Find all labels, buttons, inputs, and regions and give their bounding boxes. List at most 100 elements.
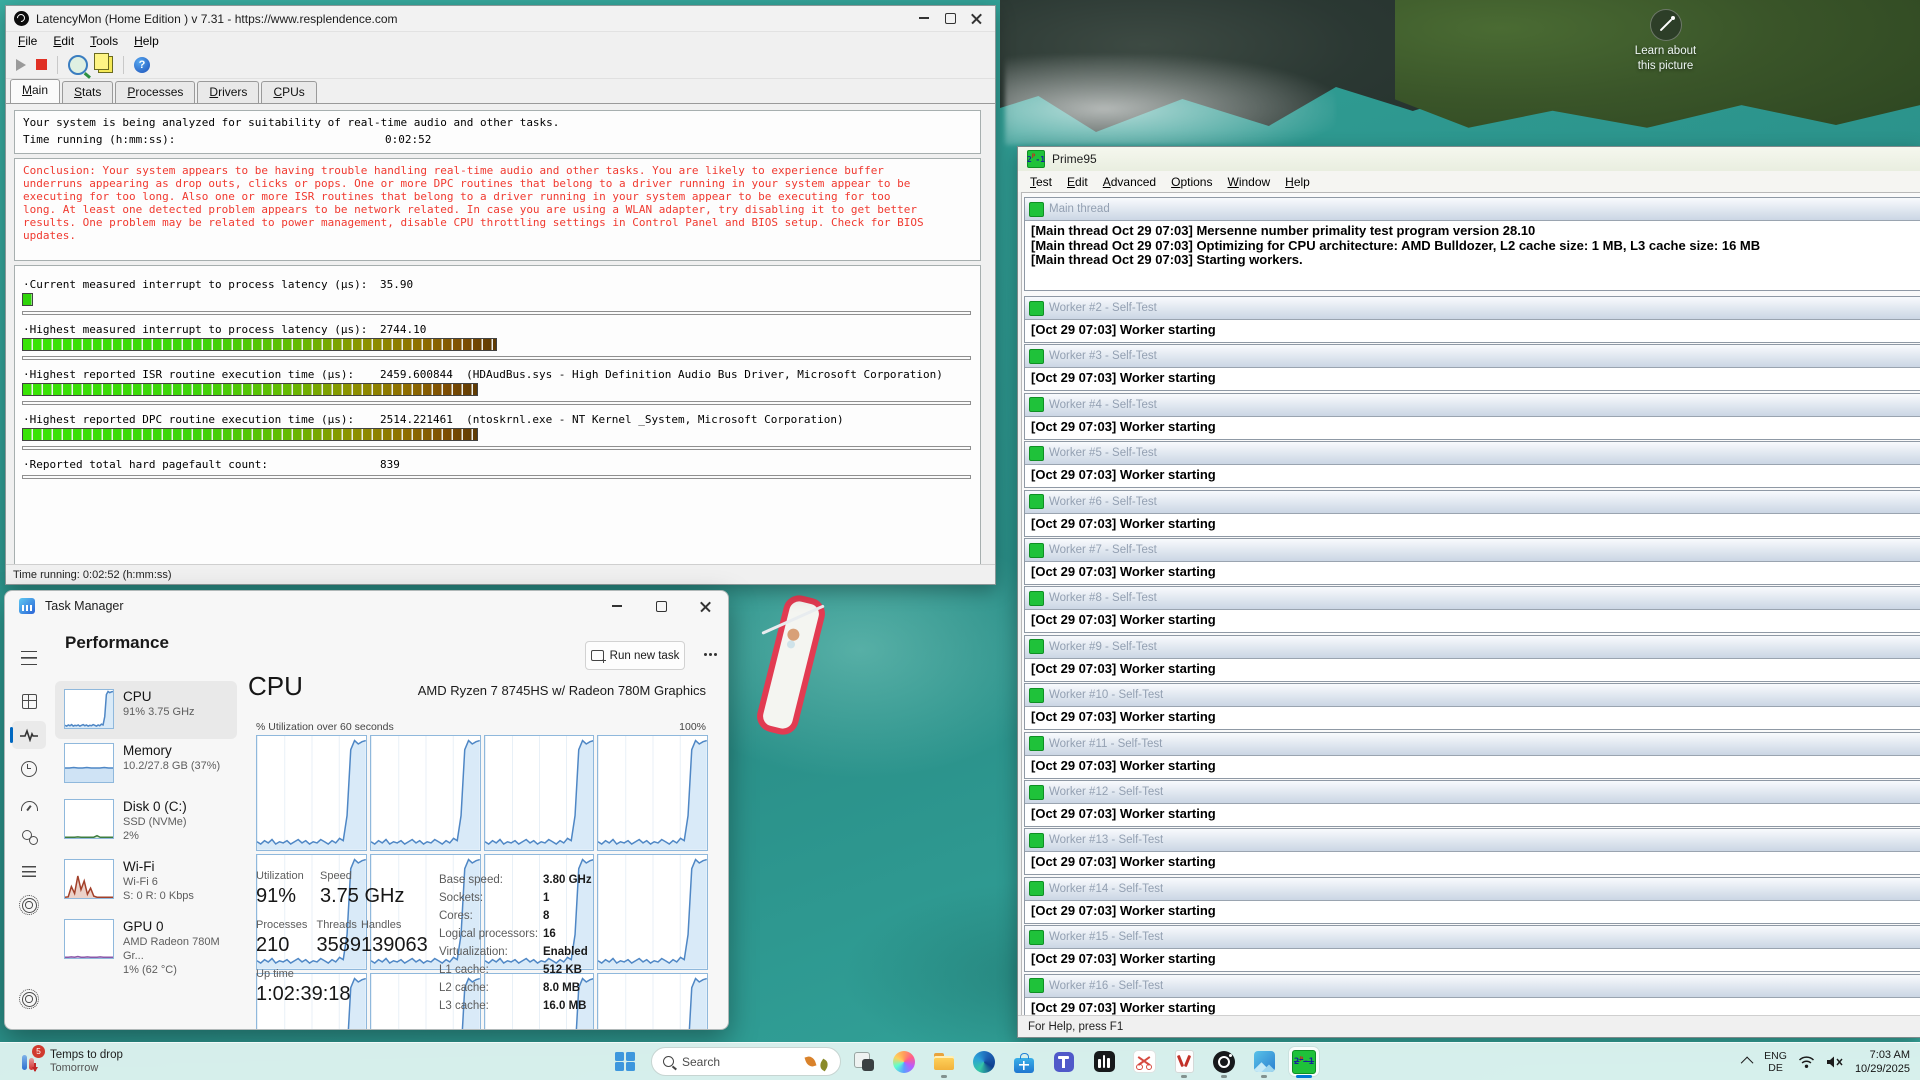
nav-startup-apps[interactable] <box>12 789 46 817</box>
prime95-worker-3-window[interactable]: Worker #3 - Self-Test [Oct 29 07:03] Wor… <box>1024 344 1920 391</box>
worker-titlebar[interactable]: Worker #3 - Self-Test <box>1025 345 1920 368</box>
worker-titlebar[interactable]: Worker #8 - Self-Test <box>1025 587 1920 610</box>
taskbar-shield-v-icon[interactable] <box>1169 1047 1199 1076</box>
latencymon-menu-edit[interactable]: Edit <box>53 34 74 48</box>
latencymon-tab-main[interactable]: Main <box>10 79 60 103</box>
taskbar-snipping-tool-icon[interactable] <box>1129 1047 1159 1076</box>
worker-titlebar[interactable]: Worker #6 - Self-Test <box>1025 491 1920 514</box>
latencymon-tab-processes[interactable]: Processes <box>115 81 195 103</box>
task-manager-maximize-button[interactable] <box>648 595 674 617</box>
prime95-worker-13-window[interactable]: Worker #13 - Self-Test [Oct 29 07:03] Wo… <box>1024 828 1920 875</box>
worker-titlebar[interactable]: Worker #10 - Self-Test <box>1025 684 1920 707</box>
nav-services[interactable] <box>12 891 46 919</box>
nav-settings[interactable] <box>12 985 46 1013</box>
latencymon-tab-drivers[interactable]: Drivers <box>197 81 259 103</box>
prime95-menu-help[interactable]: Help <box>1285 175 1310 189</box>
wifi-icon[interactable] <box>1798 1055 1815 1069</box>
worker-titlebar[interactable]: Worker #13 - Self-Test <box>1025 829 1920 852</box>
nav-details[interactable] <box>12 857 46 885</box>
worker-titlebar[interactable]: Worker #15 - Self-Test <box>1025 926 1920 949</box>
prime95-titlebar[interactable]: 2P-1 Prime95 <box>1018 147 1920 171</box>
hidden-icons-chevron[interactable] <box>1741 1057 1754 1070</box>
sidebar-item-title: Memory <box>123 742 220 759</box>
prime95-worker-9-window[interactable]: Worker #9 - Self-Test [Oct 29 07:03] Wor… <box>1024 635 1920 682</box>
language-indicator[interactable]: ENG DE <box>1764 1050 1787 1074</box>
volume-muted-icon[interactable] <box>1826 1055 1844 1069</box>
nav-app-history[interactable] <box>12 755 46 783</box>
analyze-icon[interactable] <box>68 55 88 75</box>
prime95-worker-6-window[interactable]: Worker #6 - Self-Test [Oct 29 07:03] Wor… <box>1024 490 1920 537</box>
worker-titlebar[interactable]: Worker #9 - Self-Test <box>1025 636 1920 659</box>
main-thread-window[interactable]: Main thread [Main thread Oct 29 07:03] M… <box>1024 197 1920 291</box>
latencymon-menu-file[interactable]: File <box>18 34 37 48</box>
taskbar-equalizer-icon[interactable] <box>1089 1047 1119 1076</box>
weather-widget[interactable]: 5 Temps to drop Tomorrow <box>10 1046 129 1077</box>
report-icon[interactable] <box>98 56 113 73</box>
start-button[interactable] <box>608 1047 642 1076</box>
worker-titlebar[interactable]: Worker #2 - Self-Test <box>1025 297 1920 320</box>
performance-sidebar: CPU 91% 3.75 GHz Memory 10.2/27.8 GB (37… <box>55 679 239 1023</box>
prime95-worker-7-window[interactable]: Worker #7 - Self-Test [Oct 29 07:03] Wor… <box>1024 538 1920 585</box>
worker-titlebar[interactable]: Worker #11 - Self-Test <box>1025 733 1920 756</box>
perf-sidebar-memory[interactable]: Memory 10.2/27.8 GB (37%) <box>55 735 237 795</box>
perf-sidebar-wi-fi[interactable]: Wi-Fi Wi-Fi 6S: 0 R: 0 Kbps <box>55 851 237 915</box>
latencymon-minimize-button[interactable] <box>911 7 937 29</box>
hamburger-menu-icon[interactable] <box>21 651 37 665</box>
spotlight-caption[interactable]: Learn about this picture <box>1613 44 1718 74</box>
main-thread-titlebar[interactable]: Main thread <box>1025 198 1920 221</box>
prime95-worker-16-window[interactable]: Worker #16 - Self-Test [Oct 29 07:03] Wo… <box>1024 974 1920 1016</box>
worker-titlebar[interactable]: Worker #4 - Self-Test <box>1025 394 1920 417</box>
nav-processes[interactable] <box>12 687 46 715</box>
worker-titlebar[interactable]: Worker #16 - Self-Test <box>1025 975 1920 998</box>
perf-sidebar-cpu[interactable]: CPU 91% 3.75 GHz <box>55 681 237 739</box>
prime95-worker-15-window[interactable]: Worker #15 - Self-Test [Oct 29 07:03] Wo… <box>1024 925 1920 972</box>
taskbar-microsoft-store-icon[interactable] <box>1009 1047 1039 1076</box>
taskbar-photos-icon[interactable] <box>1249 1047 1279 1076</box>
prime95-menu-options[interactable]: Options <box>1171 175 1212 189</box>
nav-performance[interactable] <box>12 721 46 749</box>
task-manager-close-button[interactable] <box>692 595 718 617</box>
taskbar-copilot-icon[interactable] <box>889 1047 919 1076</box>
latencymon-tab-stats[interactable]: Stats <box>62 81 113 103</box>
taskbar-monitor-icon[interactable] <box>1209 1047 1239 1076</box>
nav-users[interactable] <box>12 823 46 851</box>
prime95-worker-4-window[interactable]: Worker #4 - Self-Test [Oct 29 07:03] Wor… <box>1024 393 1920 440</box>
search-box[interactable]: Search <box>651 1047 841 1076</box>
prime95-menu-test[interactable]: Test <box>1030 175 1052 189</box>
prime95-worker-5-window[interactable]: Worker #5 - Self-Test [Oct 29 07:03] Wor… <box>1024 441 1920 488</box>
spotlight-icon[interactable] <box>1650 9 1682 41</box>
run-new-task-button[interactable]: Run new task <box>585 641 685 670</box>
perf-sidebar-gpu-0[interactable]: GPU 0 AMD Radeon 780M Gr...1% (62 °C) <box>55 911 237 975</box>
prime95-menu-window[interactable]: Window <box>1227 175 1270 189</box>
perf-sidebar-disk-0-c[interactable]: Disk 0 (C:) SSD (NVMe)2% <box>55 791 237 855</box>
latencymon-menu-tools[interactable]: Tools <box>90 34 118 48</box>
prime95-worker-2-window[interactable]: Worker #2 - Self-Test [Oct 29 07:03] Wor… <box>1024 296 1920 343</box>
taskbar-task-view-icon[interactable] <box>849 1047 879 1076</box>
stop-monitor-icon[interactable] <box>36 59 47 70</box>
prime95-worker-11-window[interactable]: Worker #11 - Self-Test [Oct 29 07:03] Wo… <box>1024 732 1920 779</box>
start-monitor-icon[interactable] <box>16 59 26 71</box>
prime95-menu-edit[interactable]: Edit <box>1067 175 1088 189</box>
prime95-worker-8-window[interactable]: Worker #8 - Self-Test [Oct 29 07:03] Wor… <box>1024 586 1920 633</box>
clock[interactable]: 7:03 AM 10/29/2025 <box>1855 1048 1910 1076</box>
prime95-worker-12-window[interactable]: Worker #12 - Self-Test [Oct 29 07:03] Wo… <box>1024 780 1920 827</box>
latencymon-close-button[interactable] <box>963 7 989 29</box>
taskbar-edge-icon[interactable] <box>969 1047 999 1076</box>
task-manager-minimize-button[interactable] <box>604 595 630 617</box>
latencymon-tab-cpus[interactable]: CPUs <box>261 81 316 103</box>
worker-titlebar[interactable]: Worker #12 - Self-Test <box>1025 781 1920 804</box>
worker-titlebar[interactable]: Worker #5 - Self-Test <box>1025 442 1920 465</box>
prime95-worker-10-window[interactable]: Worker #10 - Self-Test [Oct 29 07:03] Wo… <box>1024 683 1920 730</box>
prime95-menu-advanced[interactable]: Advanced <box>1103 175 1156 189</box>
latencymon-maximize-button[interactable] <box>937 7 963 29</box>
prime95-worker-14-window[interactable]: Worker #14 - Self-Test [Oct 29 07:03] Wo… <box>1024 877 1920 924</box>
taskbar-prime95-icon[interactable]: 2P-1 <box>1289 1047 1319 1076</box>
taskbar-file-explorer-icon[interactable] <box>929 1047 959 1076</box>
taskbar-teams-icon[interactable] <box>1049 1047 1079 1076</box>
latencymon-titlebar[interactable]: LatencyMon (Home Edition ) v 7.31 - http… <box>6 6 995 32</box>
worker-titlebar[interactable]: Worker #14 - Self-Test <box>1025 878 1920 901</box>
more-options-button[interactable] <box>702 646 718 662</box>
latencymon-menu-help[interactable]: Help <box>134 34 159 48</box>
help-icon[interactable] <box>134 57 150 73</box>
worker-titlebar[interactable]: Worker #7 - Self-Test <box>1025 539 1920 562</box>
